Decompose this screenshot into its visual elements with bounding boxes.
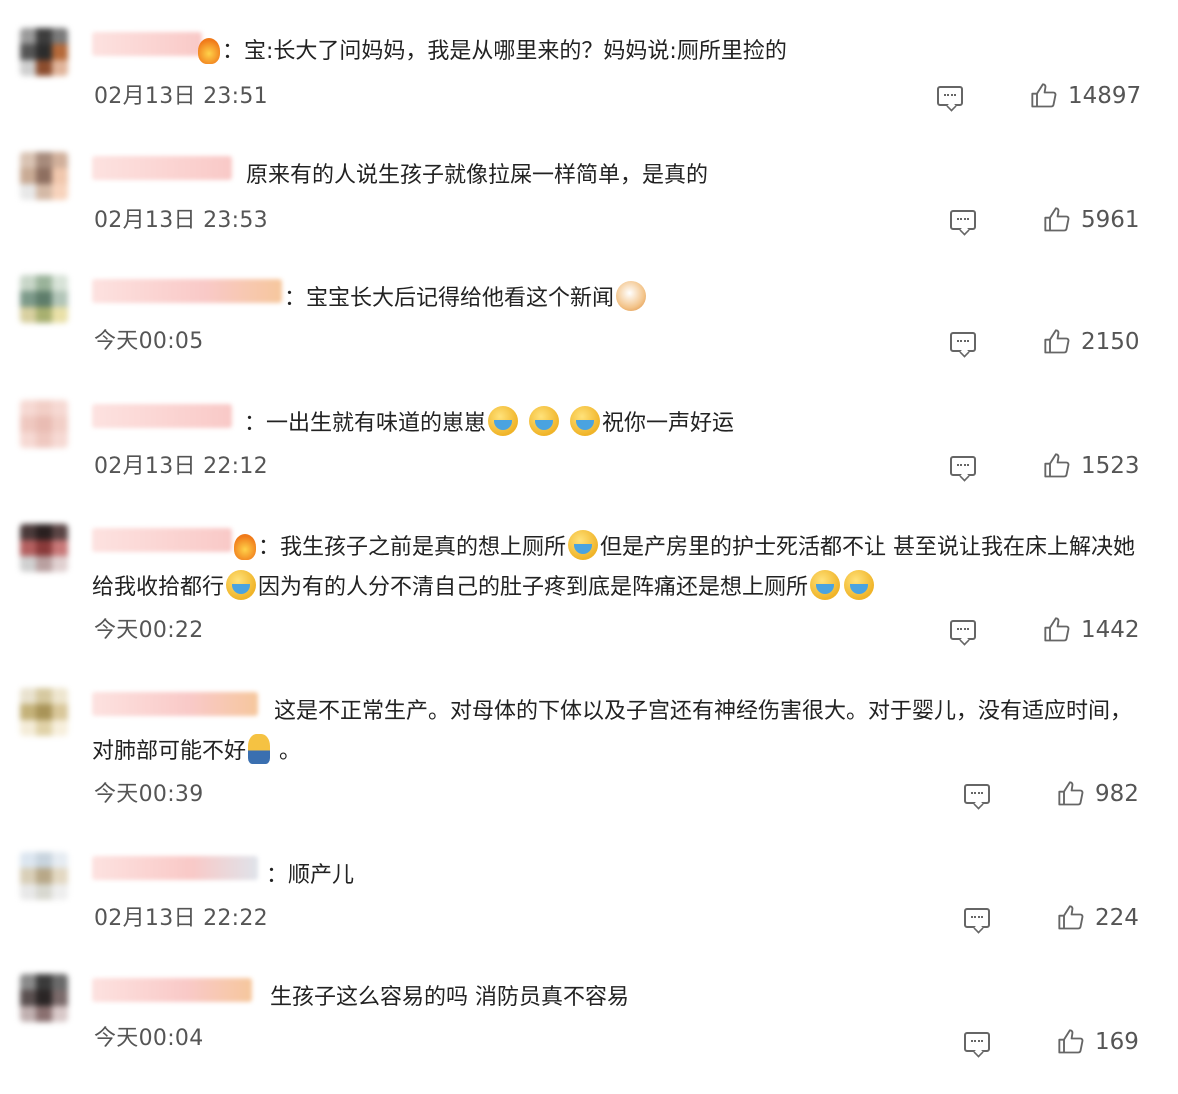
like-count: 224 [1095,905,1139,931]
thumbs-up-icon [1031,83,1057,108]
comment-icon[interactable] [964,1032,990,1052]
thumbs-up-icon [1044,329,1070,354]
comment-icon[interactable] [950,332,976,352]
avatar[interactable] [20,974,68,1022]
avatar[interactable] [20,524,68,572]
crying-emoji-icon [568,530,599,560]
like-count: 14897 [1068,83,1142,109]
comment-text: ：我生孩子之前是真的想上厕所 但是产房里的护士死活都不让 甚至说让我在床上解决她给… [92,528,1142,608]
timestamp: 02月13日 22:22 [94,906,268,931]
crying-emoji-icon [226,570,257,600]
avatar[interactable] [20,400,68,448]
like-count: 1442 [1081,617,1140,643]
timestamp: 02月13日 23:51 [94,84,268,109]
avatar[interactable] [20,275,68,323]
like-button[interactable]: 224 [1057,904,1139,932]
like-button[interactable]: 169 [1057,1028,1139,1056]
comment-text: ：一出生就有味道的崽崽 祝你一声好运 [244,404,1142,444]
thumbs-up-icon [1058,1029,1084,1054]
comment-icon[interactable] [937,86,963,106]
fire-emoji-icon [234,534,256,560]
username[interactable] [92,856,258,880]
comment-text: ：宝:长大了问妈妈，我是从哪里来的？妈妈说:厕所里捡的 [196,32,1142,72]
like-count: 982 [1095,781,1139,807]
avatar[interactable] [20,688,68,736]
crying-emoji-icon [488,406,519,436]
timestamp: 今天00:04 [94,1026,204,1051]
thumbs-up-icon [1058,905,1084,930]
username[interactable] [92,32,202,56]
comment-text: ：宝宝长大后记得给他看这个新闻 [284,279,1142,319]
avatar[interactable] [20,152,68,200]
username[interactable] [92,978,252,1002]
comment-text: 原来有的人说生孩子就像拉屎一样简单，是真的 [246,163,709,188]
fire-emoji-icon [198,38,220,64]
timestamp: 今天00:05 [94,329,204,354]
comment-icon[interactable] [950,210,976,230]
like-button[interactable]: 982 [1057,780,1139,808]
like-button[interactable]: 5961 [1043,206,1140,234]
like-count: 169 [1095,1029,1139,1055]
like-count: 2150 [1081,329,1140,355]
like-count: 5961 [1081,207,1140,233]
like-button[interactable]: 1442 [1043,616,1140,644]
crying-emoji-icon [844,570,875,600]
timestamp: 今天00:22 [94,618,204,643]
like-button[interactable]: 14897 [1030,82,1141,110]
avatar[interactable] [20,852,68,900]
comment-icon[interactable] [964,784,990,804]
like-count: 1523 [1081,453,1140,479]
cat-emoji-icon [616,281,647,311]
comment-text: 这是不正常生产。对母体的下体以及子宫还有神经伤害很大。对于婴儿，没有适应时间，对… [92,699,1133,764]
thumbs-up-icon [1058,781,1084,806]
comment-text: 生孩子这么容易的吗 消防员真不容易 [270,985,629,1010]
thumbs-up-icon [1044,617,1070,642]
avatar[interactable] [20,28,68,76]
timestamp: 02月13日 22:12 [94,454,268,479]
comment-icon[interactable] [950,620,976,640]
username[interactable] [92,279,282,303]
thumbs-up-icon [1044,207,1070,232]
crying-emoji-icon [570,406,601,436]
thumbs-up-icon [1044,453,1070,478]
crying-emoji-icon [529,406,560,436]
username[interactable] [92,156,232,180]
like-button[interactable]: 1523 [1043,452,1140,480]
username[interactable] [92,404,232,428]
crying-emoji-icon [810,570,841,600]
like-button[interactable]: 2150 [1043,328,1140,356]
comment-text: ：顺产儿 [266,863,355,888]
timestamp: 02月13日 23:53 [94,208,268,233]
comment-icon[interactable] [950,456,976,476]
timestamp: 今天00:39 [94,782,204,807]
person-emoji-icon [248,734,271,764]
comment-icon[interactable] [964,908,990,928]
